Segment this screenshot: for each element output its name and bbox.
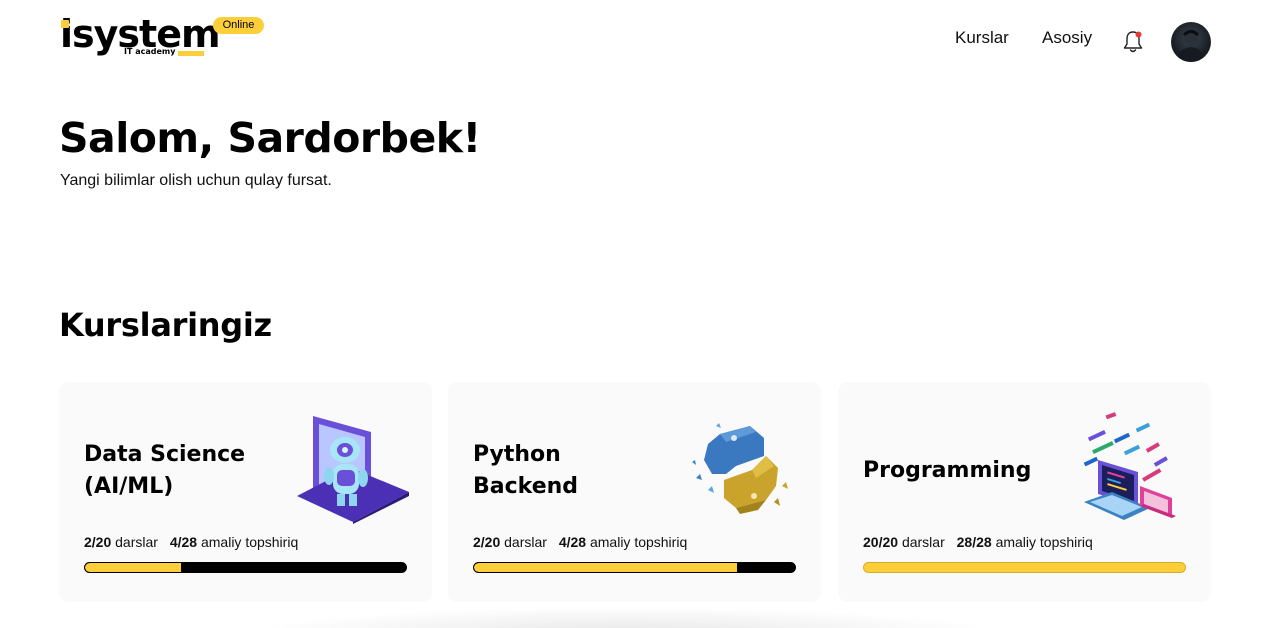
section-title: Kurslaringiz bbox=[59, 306, 272, 344]
course-title-line: Python bbox=[473, 442, 561, 467]
robot-laptop-illustration bbox=[293, 410, 409, 529]
course-card-data-science[interactable]: Data Science (AI/ML) 2/20 darslar 4/28 a… bbox=[59, 382, 432, 602]
greeting-title: Salom, Sardorbek! bbox=[59, 114, 481, 162]
course-title-line: Backend bbox=[473, 474, 579, 499]
logo-dot bbox=[61, 20, 69, 28]
logo-subtitle: IT academy bbox=[124, 47, 176, 56]
progress-bar bbox=[863, 562, 1186, 573]
tasks-label: amaliy topshiriq bbox=[200, 534, 299, 550]
online-badge: Online bbox=[213, 17, 264, 34]
lessons-label: darslar bbox=[901, 534, 945, 550]
progress-fill bbox=[474, 563, 738, 572]
progress-fill bbox=[85, 563, 182, 572]
nav-asosiy[interactable]: Asosiy bbox=[1042, 28, 1092, 48]
course-stats: 2/20 darslar 4/28 amaliy topshiriq bbox=[473, 534, 687, 550]
bottom-panel-shadow bbox=[240, 606, 1010, 628]
logo[interactable]: isystem IT academy bbox=[60, 12, 221, 60]
tasks-label: amaliy topshiriq bbox=[589, 534, 688, 550]
nav-kurslar[interactable]: Kurslar bbox=[955, 28, 1009, 48]
code-computer-illustration bbox=[1080, 412, 1180, 529]
avatar[interactable] bbox=[1171, 22, 1211, 62]
progress-fill bbox=[864, 563, 1185, 572]
bell-icon[interactable] bbox=[1121, 29, 1145, 55]
header: isystem IT academy Online Kurslar Asosiy bbox=[0, 0, 1271, 84]
course-card-programming[interactable]: Programming 20/20 darslar 28/28 amaliy t… bbox=[838, 382, 1211, 602]
course-title: Data Science (AI/ML) bbox=[84, 439, 245, 503]
greeting-subtitle: Yangi bilimlar olish uchun qulay fursat. bbox=[60, 172, 332, 189]
tasks-count: 28/28 bbox=[956, 534, 992, 550]
progress-bar bbox=[84, 562, 407, 573]
course-card-python-backend[interactable]: Python Backend 2/20 darslar 4/28 amaliy … bbox=[448, 382, 821, 602]
tasks-label: amaliy topshiriq bbox=[995, 534, 1093, 550]
course-title-line: Data Science bbox=[84, 442, 246, 467]
course-stats: 20/20 darslar 28/28 amaliy topshiriq bbox=[863, 534, 1093, 550]
course-title: Programming bbox=[863, 455, 1031, 487]
tasks-count: 4/28 bbox=[169, 534, 198, 550]
course-title: Python Backend bbox=[473, 439, 578, 503]
lessons-count: 2/20 bbox=[473, 534, 501, 550]
lessons-label: darslar bbox=[504, 534, 547, 550]
logo-underline bbox=[178, 51, 204, 56]
course-title-line: Programming bbox=[863, 458, 1032, 483]
course-title-line: (AI/ML) bbox=[84, 474, 174, 499]
course-stats: 2/20 darslar 4/28 amaliy topshiriq bbox=[84, 534, 298, 550]
progress-bar bbox=[473, 562, 796, 573]
lessons-label: darslar bbox=[115, 534, 158, 550]
lessons-count: 20/20 bbox=[863, 534, 899, 550]
python-logo-illustration bbox=[686, 416, 796, 525]
tasks-count: 4/28 bbox=[558, 534, 587, 550]
lessons-count: 2/20 bbox=[84, 534, 112, 550]
notification-dot bbox=[1135, 31, 1142, 38]
